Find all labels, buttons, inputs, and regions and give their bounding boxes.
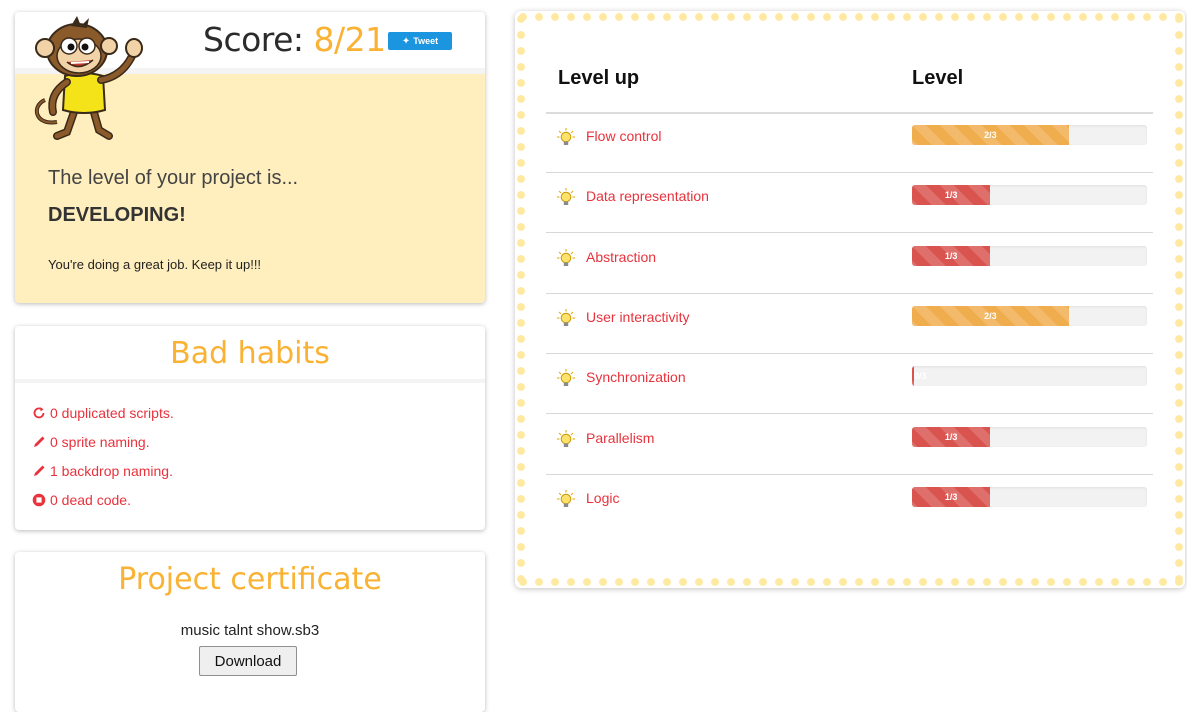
lightbulb-icon bbox=[557, 128, 575, 145]
bad-habits-card: Bad habits 0 duplicated scripts. 0 sprit… bbox=[15, 326, 485, 530]
skill-link[interactable]: Data representation bbox=[586, 188, 709, 204]
level-progress-bar: 0/3 bbox=[912, 366, 1147, 386]
habit-item-dead-code[interactable]: 0 dead code. bbox=[32, 492, 131, 508]
tweet-label: Tweet bbox=[413, 36, 439, 46]
score-value: 8/21 bbox=[313, 20, 387, 59]
level-progress-bar: 2/3 bbox=[912, 306, 1147, 326]
habit-item-duplicated-scripts[interactable]: 0 duplicated scripts. bbox=[32, 405, 174, 421]
habit-item-sprite-naming[interactable]: 0 sprite naming. bbox=[32, 434, 150, 450]
row-divider bbox=[546, 474, 1153, 475]
project-certificate-card: Project certificate music talnt show.sb3… bbox=[15, 552, 485, 712]
level-row: User interactivity 2/3 bbox=[546, 296, 1153, 356]
level-progress-fill: 0/3 bbox=[912, 366, 927, 386]
stop-icon bbox=[32, 493, 46, 507]
habit-text: 1 backdrop naming. bbox=[50, 463, 173, 479]
level-progress-fill: 1/3 bbox=[912, 487, 991, 507]
level-up-card: Level up Level Flow control 2/3 Data repre… bbox=[515, 11, 1185, 588]
dotted-border-left bbox=[515, 11, 527, 588]
level-row: Parallelism 1/3 bbox=[546, 417, 1153, 477]
lightbulb-icon bbox=[557, 369, 575, 386]
level-progress-bar: 1/3 bbox=[912, 246, 1147, 266]
pencil-icon bbox=[34, 465, 45, 476]
level-row: Flow control 2/3 bbox=[546, 115, 1153, 175]
habit-text: 0 sprite naming. bbox=[50, 434, 150, 450]
column-header-level: Level bbox=[912, 67, 964, 89]
level-progress-fill: 1/3 bbox=[912, 427, 991, 447]
level-progress-fill: 2/3 bbox=[912, 125, 1069, 145]
lightbulb-icon bbox=[557, 249, 575, 266]
twitter-bird-icon: ✦ bbox=[401, 35, 411, 47]
encouragement-text: You're doing a great job. Keep it up!!! bbox=[48, 257, 262, 272]
score-text: Score: bbox=[203, 20, 304, 59]
column-header-level-up: Level up bbox=[558, 67, 640, 89]
lightbulb-icon bbox=[557, 430, 575, 447]
level-progress-bar: 2/3 bbox=[912, 125, 1147, 145]
skill-link[interactable]: Parallelism bbox=[586, 430, 654, 446]
level-progress-fill: 1/3 bbox=[912, 185, 991, 205]
skill-link[interactable]: Synchronization bbox=[586, 369, 686, 385]
skill-link[interactable]: Logic bbox=[586, 490, 619, 506]
monkey-mascot-icon bbox=[34, 16, 143, 140]
skill-link[interactable]: Flow control bbox=[586, 128, 661, 144]
row-divider bbox=[546, 413, 1153, 414]
level-row: Synchronization 0/3 bbox=[546, 356, 1153, 416]
level-progress-fill: 1/3 bbox=[912, 246, 991, 266]
level-progress-bar: 1/3 bbox=[912, 185, 1147, 205]
row-divider bbox=[546, 293, 1153, 294]
level-progress-bar: 1/3 bbox=[912, 427, 1147, 447]
lightbulb-icon bbox=[557, 309, 575, 326]
level-row: Abstraction 1/3 bbox=[546, 236, 1153, 296]
skill-link[interactable]: Abstraction bbox=[586, 249, 656, 265]
certificate-title: Project certificate bbox=[118, 562, 382, 597]
row-divider bbox=[546, 172, 1153, 173]
project-level-name: DEVELOPING! bbox=[48, 204, 186, 226]
dotted-border-right bbox=[1173, 11, 1185, 588]
lightbulb-icon bbox=[557, 188, 575, 205]
habit-text: 0 dead code. bbox=[50, 492, 131, 508]
row-divider bbox=[546, 353, 1153, 354]
dotted-border-top bbox=[515, 11, 1185, 23]
habit-text: 0 duplicated scripts. bbox=[50, 405, 174, 421]
pencil-icon bbox=[34, 436, 45, 447]
level-progress-fill: 2/3 bbox=[912, 306, 1069, 326]
score-label: Score: 8/21 bbox=[203, 20, 386, 59]
lightbulb-icon bbox=[557, 490, 575, 507]
habit-item-backdrop-naming[interactable]: 1 backdrop naming. bbox=[32, 463, 173, 479]
divider bbox=[15, 379, 485, 383]
download-button[interactable]: Download bbox=[199, 646, 297, 676]
row-divider bbox=[546, 232, 1153, 233]
refresh-icon bbox=[33, 407, 45, 419]
header-divider bbox=[546, 112, 1153, 114]
tweet-button[interactable]: ✦ Tweet bbox=[388, 32, 452, 50]
bad-habits-title: Bad habits bbox=[170, 336, 330, 371]
level-row: Logic 1/3 bbox=[546, 477, 1153, 537]
level-intro-text: The level of your project is... bbox=[48, 167, 299, 189]
level-progress-bar: 1/3 bbox=[912, 487, 1147, 507]
level-row: Data representation 1/3 bbox=[546, 175, 1153, 235]
score-card: Score: 8/21 ✦ Tweet The level of your pr… bbox=[15, 12, 485, 303]
certificate-file-name: music talnt show.sb3 bbox=[180, 622, 320, 639]
dotted-border-bottom bbox=[515, 576, 1185, 588]
skill-link[interactable]: User interactivity bbox=[586, 309, 689, 325]
